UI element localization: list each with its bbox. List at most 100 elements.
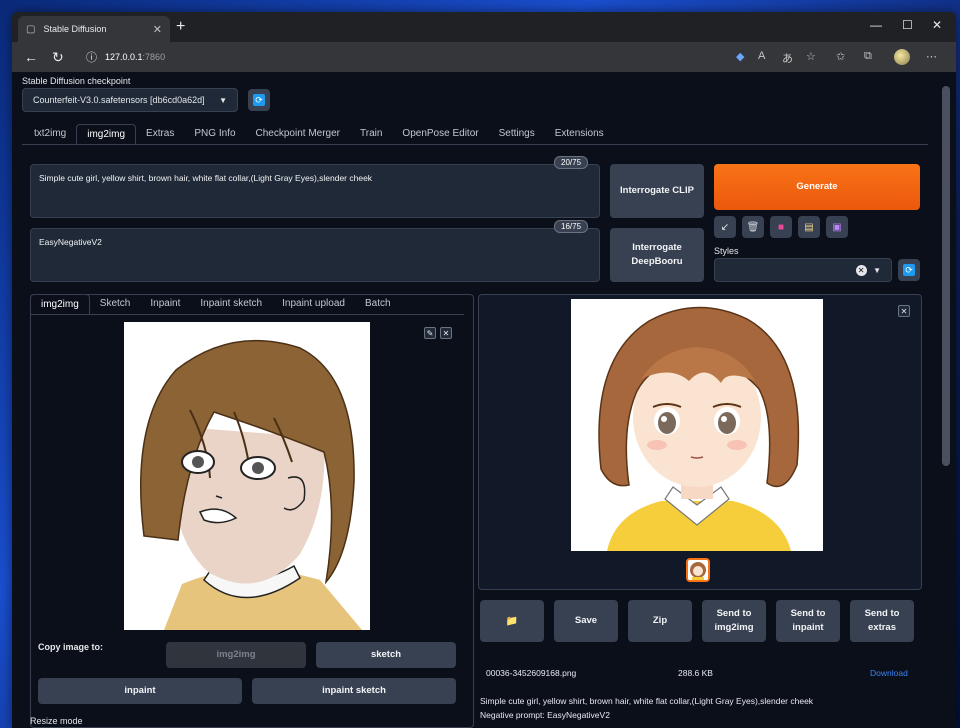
profile-avatar[interactable] (894, 49, 910, 65)
save-button[interactable]: Save (554, 600, 618, 642)
tab-extras[interactable]: Extras (136, 124, 184, 144)
tab-extensions[interactable]: Extensions (545, 124, 614, 144)
more-icon[interactable]: ⋯ (926, 50, 937, 63)
tab-openpose-editor[interactable]: OpenPose Editor (392, 124, 488, 144)
chevron-down-icon: ▼ (873, 265, 881, 275)
folder-icon: 📁 (505, 615, 519, 627)
copy-image-label: Copy image to: (38, 642, 104, 652)
pixel-anime-girl-illustration (124, 322, 370, 630)
back-icon[interactable]: ← (24, 49, 38, 65)
copy-to-inpaint-sketch-button[interactable]: inpaint sketch (252, 678, 456, 704)
copy-to-sketch-button[interactable]: sketch (316, 642, 456, 668)
arrow-icon: ↙ (720, 221, 730, 233)
output-filename: 00036-3452609168.png (486, 668, 577, 678)
scrollbar-thumb[interactable] (942, 86, 950, 466)
subtab-batch[interactable]: Batch (355, 294, 401, 314)
img2img-subtabs: img2img Sketch Inpaint Inpaint sketch In… (30, 294, 401, 314)
collections-icon[interactable]: ⧉ (864, 50, 872, 63)
subtab-inpaint-upload[interactable]: Inpaint upload (272, 294, 355, 314)
interrogate-clip-button[interactable]: Interrogate CLIP (610, 164, 704, 218)
tag-icon[interactable]: ◆ (736, 50, 744, 63)
zip-button[interactable]: Zip (628, 600, 692, 642)
url-host: 127.0.0.1 (105, 52, 143, 62)
chevron-down-icon: ▼ (219, 95, 227, 105)
negative-token-counter: 16/75 (554, 220, 589, 233)
info-icon[interactable]: ⓘ (86, 49, 97, 65)
tab-png-info[interactable]: PNG Info (184, 124, 245, 144)
copy-to-img2img-button[interactable]: img2img (166, 642, 306, 668)
generate-button[interactable]: Generate (714, 164, 920, 210)
close-tab-icon[interactable]: ✕ (153, 23, 162, 36)
interrogate-deepbooru-button[interactable]: Interrogate DeepBooru (610, 228, 704, 282)
tab-txt2img[interactable]: txt2img (24, 124, 76, 144)
floppy-icon: ▣ (832, 221, 842, 233)
tab-checkpoint-merger[interactable]: Checkpoint Merger (246, 124, 350, 144)
styles-dropdown[interactable]: ✕ ▼ (714, 258, 892, 282)
tab-title: Stable Diffusion (43, 24, 107, 34)
minimize-icon[interactable]: — (870, 18, 882, 32)
generation-info-prompt: Simple cute girl, yellow shirt, brown ha… (480, 696, 814, 706)
close-output-icon[interactable]: ✕ (898, 305, 910, 317)
url-port: :7860 (142, 52, 166, 62)
browser-window: ▢ Stable Diffusion ✕ + — ☐ ✕ ← ↻ ⓘ 127.0… (12, 12, 956, 728)
copy-to-inpaint-button[interactable]: inpaint (38, 678, 242, 704)
tab-divider (22, 144, 928, 145)
apply-styles-button[interactable]: ▤ (798, 216, 820, 238)
send-to-inpaint-button[interactable]: Send to inpaint (776, 600, 840, 642)
send-to-img2img-button[interactable]: Send to img2img (702, 600, 766, 642)
output-filesize: 288.6 KB (678, 668, 713, 678)
subtab-img2img[interactable]: img2img (30, 294, 90, 314)
styles-label: Styles (714, 246, 739, 256)
tab-img2img[interactable]: img2img (76, 124, 137, 144)
translate-icon[interactable]: あ (782, 50, 793, 66)
checkpoint-dropdown[interactable]: Counterfeit-V3.0.safetensors [db6cd0a62d… (22, 88, 238, 112)
checkpoint-value: Counterfeit-V3.0.safetensors [db6cd0a62d… (33, 95, 205, 105)
resize-mode-label: Resize mode (30, 716, 83, 726)
favorites-icon[interactable]: ✩ (836, 50, 845, 63)
tab-settings[interactable]: Settings (489, 124, 545, 144)
prompt-input[interactable]: Simple cute girl, yellow shirt, brown ha… (30, 164, 600, 218)
clear-prompt-button[interactable]: 🗑 (742, 216, 764, 238)
remove-image-icon[interactable]: ✕ (440, 327, 452, 339)
prompt-token-counter: 20/75 (554, 156, 589, 169)
edit-image-icon[interactable]: ✎ (424, 327, 436, 339)
checkpoint-label: Stable Diffusion checkpoint (22, 76, 131, 86)
browser-tab[interactable]: ▢ Stable Diffusion ✕ (18, 16, 170, 42)
close-window-icon[interactable]: ✕ (932, 18, 942, 32)
refresh-styles-button[interactable]: ⟳ (898, 259, 920, 281)
clear-styles-icon[interactable]: ✕ (855, 264, 867, 276)
refresh-checkpoint-button[interactable]: ⟳ (248, 89, 270, 111)
maximize-icon[interactable]: ☐ (902, 18, 913, 32)
refresh-icon: ⟳ (253, 94, 265, 106)
new-tab-button[interactable]: + (176, 18, 185, 36)
subtab-inpaint[interactable]: Inpaint (140, 294, 190, 314)
thumbnail-illustration (688, 560, 708, 580)
title-bar: ▢ Stable Diffusion ✕ + — ☐ ✕ (12, 12, 956, 42)
paste-params-button[interactable]: ↙ (714, 216, 736, 238)
subtab-sketch[interactable]: Sketch (90, 294, 141, 314)
negative-prompt-input[interactable]: EasyNegativeV2 (30, 228, 600, 282)
subtab-divider (30, 314, 464, 315)
tab-train[interactable]: Train (350, 124, 392, 144)
reload-icon[interactable]: ↻ (52, 49, 64, 66)
generation-info-negative: Negative prompt: EasyNegativeV2 (480, 710, 610, 720)
subtab-inpaint-sketch[interactable]: Inpaint sketch (190, 294, 272, 314)
card-icon: ■ (777, 221, 785, 233)
output-image[interactable] (571, 299, 823, 551)
address-bar: ← ↻ ⓘ 127.0.0.1:7860 ◆ A あ ☆ ✩ ⧉ ⋯ (12, 42, 956, 72)
refresh-icon: ⟳ (903, 264, 915, 276)
favorite-icon[interactable]: ☆ (806, 50, 816, 63)
url-field[interactable]: ⓘ 127.0.0.1:7860 (86, 46, 806, 68)
page-icon: ▢ (26, 23, 36, 35)
read-aloud-icon[interactable]: A (758, 50, 765, 62)
extra-networks-button[interactable]: ■ (770, 216, 792, 238)
trash-icon: 🗑 (746, 221, 760, 233)
open-folder-button[interactable]: 📁 (480, 600, 544, 642)
download-link[interactable]: Download (870, 668, 908, 678)
save-style-button[interactable]: ▣ (826, 216, 848, 238)
main-tabs: txt2img img2img Extras PNG Info Checkpoi… (24, 124, 614, 144)
output-thumbnail[interactable] (686, 558, 710, 582)
send-to-extras-button[interactable]: Send to extras (850, 600, 914, 642)
page-content: Stable Diffusion checkpoint Counterfeit-… (12, 72, 956, 728)
input-image[interactable] (124, 322, 370, 630)
